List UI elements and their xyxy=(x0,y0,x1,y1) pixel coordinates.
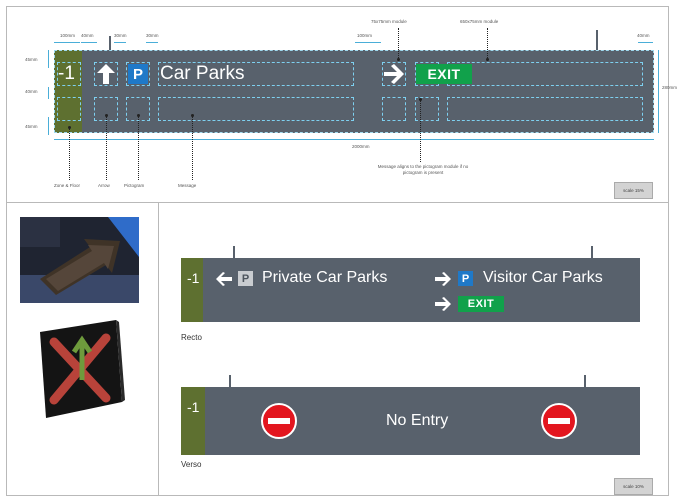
sign-post-left xyxy=(109,36,111,50)
leader-dot xyxy=(137,114,140,117)
recto-caption: Recto xyxy=(181,333,202,342)
dim-45-top: 45mm xyxy=(25,57,38,62)
note-message-alignment: Message aligns to the pictogram module i… xyxy=(377,164,469,176)
parking-icon-grey: P xyxy=(238,271,253,286)
parking-icon: P xyxy=(458,271,473,286)
leader-dot xyxy=(191,114,194,117)
dim-width-total: 2000mm xyxy=(352,144,370,149)
photo-image xyxy=(40,320,125,418)
dim-line xyxy=(48,50,49,68)
dim-line xyxy=(48,87,49,99)
photo-image xyxy=(20,217,139,303)
dim-line xyxy=(48,117,49,135)
verso-caption: Verso xyxy=(181,460,202,469)
recto-zone-band xyxy=(181,258,203,322)
dim-line xyxy=(638,42,653,43)
recto-message-left: Private Car Parks xyxy=(262,269,388,286)
dim-line-total-height xyxy=(658,50,659,133)
dim-100-left: 100mm xyxy=(60,33,76,38)
dim-module-75: 75x75mm module xyxy=(371,19,407,24)
arrow-left-icon xyxy=(216,272,232,286)
photo-sign-unit xyxy=(36,320,126,420)
dim-40-height: 40mm xyxy=(25,89,38,94)
leader-dot xyxy=(68,126,71,129)
dim-line xyxy=(355,42,381,43)
sign-post-left xyxy=(233,246,235,258)
dim-module-650: 650x75mm module xyxy=(460,19,499,24)
leader-dot xyxy=(486,58,489,61)
scale-label-bottom: scale 10% xyxy=(614,478,653,495)
leader-line xyxy=(106,116,107,180)
no-entry-icon xyxy=(541,403,577,439)
dim-40-left: 40mm xyxy=(81,33,94,38)
dim-30-b: 30mm xyxy=(146,33,159,38)
column-divider xyxy=(158,203,159,496)
verso-zone-label: -1 xyxy=(187,399,200,415)
arrow-right-icon xyxy=(435,297,451,311)
leader-dot xyxy=(105,114,108,117)
sign-outline-guide xyxy=(54,50,654,133)
recto-zone-label: -1 xyxy=(187,270,200,286)
dim-line-total-width xyxy=(54,139,654,140)
exit-box: EXIT xyxy=(416,64,472,84)
parking-icon: P xyxy=(128,64,148,84)
photo-sign-closeup xyxy=(20,217,139,303)
dim-line xyxy=(81,42,97,43)
sign-post-right xyxy=(596,30,598,50)
recto-message-right: Visitor Car Parks xyxy=(483,269,603,286)
verso-zone-band xyxy=(181,387,205,455)
label-message: Message xyxy=(178,183,197,188)
leader-line xyxy=(398,28,399,60)
sign-post-right xyxy=(584,375,586,387)
recto-sign-panel xyxy=(181,258,640,322)
label-zone-floor: Zone & Floor xyxy=(54,183,81,188)
label-pictogram: Pictogram xyxy=(124,183,145,188)
dim-45-bottom: 45mm xyxy=(25,124,38,129)
leader-dot xyxy=(419,98,422,101)
dim-40-right: 40mm xyxy=(637,33,650,38)
leader-line xyxy=(138,116,139,180)
arrow-right-icon xyxy=(435,272,451,286)
no-entry-icon xyxy=(261,403,297,439)
exit-box: EXIT xyxy=(458,296,504,312)
dim-height-total: 280mm xyxy=(662,85,677,90)
leader-line xyxy=(192,116,193,180)
arrow-right-icon xyxy=(384,64,404,84)
dim-line xyxy=(54,42,80,43)
sign-post-left xyxy=(229,375,231,387)
verso-message: No Entry xyxy=(386,412,449,429)
scale-label-top: scale 15% xyxy=(614,182,653,199)
section-divider xyxy=(6,202,669,203)
leader-line xyxy=(420,100,421,162)
sign-post-right xyxy=(591,246,593,258)
leader-line xyxy=(69,128,70,180)
leader-line xyxy=(487,28,488,60)
message-text: Car Parks xyxy=(160,63,245,84)
leader-dot xyxy=(397,58,400,61)
dim-line xyxy=(114,42,126,43)
dim-line xyxy=(146,42,158,43)
dim-100-mid: 100mm xyxy=(357,33,373,38)
arrow-up-icon xyxy=(97,64,115,84)
dim-30-a: 30mm xyxy=(114,33,127,38)
label-arrow: Arrow xyxy=(98,183,110,188)
